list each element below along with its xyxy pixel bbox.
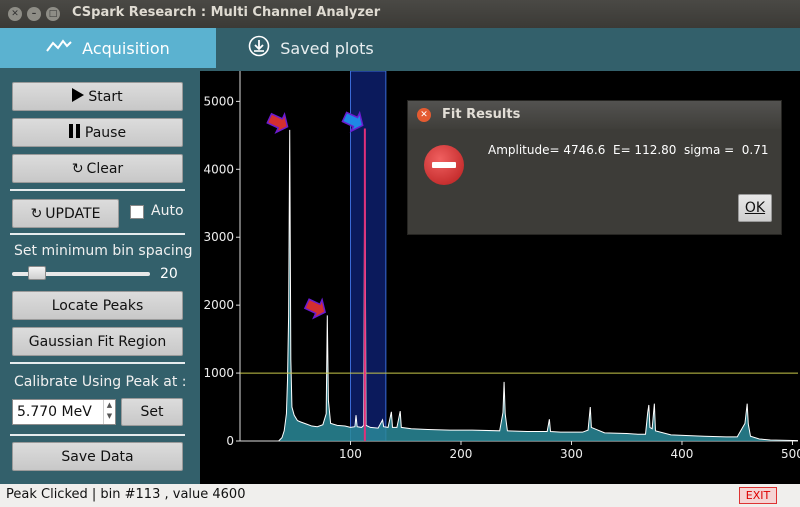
x-tick-label: 500 xyxy=(781,447,800,461)
tab-saved-plots-label: Saved plots xyxy=(280,38,374,58)
ok-label: OK xyxy=(744,200,766,216)
divider xyxy=(10,189,185,191)
window-close-button[interactable]: ✕ xyxy=(8,7,22,21)
pause-button[interactable]: Pause xyxy=(12,118,183,147)
fit-results-dialog: ✕ Fit Results Amplitude= 4746.6 E= 112.8… xyxy=(407,100,782,235)
y-tick-label: 1000 xyxy=(203,366,234,380)
y-tick-label: 2000 xyxy=(203,298,234,312)
status-text: Peak Clicked | bin #113 , value 4600 xyxy=(6,487,246,502)
tab-saved-plots[interactable]: Saved plots xyxy=(216,28,406,68)
update-button-label: UPDATE xyxy=(45,205,101,222)
save-data-label: Save Data xyxy=(61,448,134,465)
start-button[interactable]: Start xyxy=(12,82,183,111)
y-tick-label: 3000 xyxy=(203,230,234,244)
update-button[interactable]: ↻ UPDATE xyxy=(12,199,119,228)
tab-acquisition[interactable]: Acquisition xyxy=(0,28,216,68)
y-tick-label: 0 xyxy=(226,434,234,448)
set-calibration-label: Set xyxy=(140,404,164,420)
save-data-button[interactable]: Save Data xyxy=(12,442,183,471)
gaussian-fit-button[interactable]: Gaussian Fit Region xyxy=(12,327,183,356)
dialog-ok-button[interactable]: OK xyxy=(738,194,772,222)
x-tick-label: 100 xyxy=(339,447,362,461)
clear-button[interactable]: ↻ Clear xyxy=(12,154,183,183)
divider xyxy=(10,434,185,436)
window-title: CSpark Research : Multi Channel Analyzer xyxy=(72,5,381,20)
error-icon xyxy=(424,145,464,185)
locate-peaks-label: Locate Peaks xyxy=(51,297,144,314)
x-tick-label: 200 xyxy=(450,447,473,461)
locate-peaks-button[interactable]: Locate Peaks xyxy=(12,291,183,320)
pause-icon xyxy=(68,123,80,142)
x-tick-label: 400 xyxy=(671,447,694,461)
peak-marker-icon[interactable] xyxy=(265,109,292,136)
spin-arrows-icon[interactable]: ▲ ▼ xyxy=(103,400,115,424)
fit-results-message: Amplitude= 4746.6 E= 112.80 sigma = 0.71 xyxy=(488,143,769,157)
y-tick-label: 4000 xyxy=(203,162,234,176)
tab-bar: Acquisition Saved plots xyxy=(0,28,800,68)
play-icon xyxy=(72,87,85,106)
bin-spacing-label: Set minimum bin spacing xyxy=(14,243,193,259)
exit-label: EXIT xyxy=(745,489,771,502)
calibrate-label: Calibrate Using Peak at : xyxy=(14,374,187,390)
calibrate-energy-value: 5.770 MeV xyxy=(17,404,92,420)
control-sidebar: Start Pause ↻ Clear ↻ UPDATE Auto Set mi… xyxy=(0,68,197,484)
status-bar: Peak Clicked | bin #113 , value 4600 EXI… xyxy=(0,484,800,507)
window-minimize-button[interactable]: – xyxy=(27,7,41,21)
download-icon xyxy=(248,35,270,61)
window-maximize-button[interactable]: □ xyxy=(46,7,60,21)
auto-checkbox[interactable] xyxy=(130,205,144,219)
peak-marker-icon[interactable] xyxy=(303,295,330,322)
start-button-label: Start xyxy=(88,88,123,105)
auto-label: Auto xyxy=(151,203,184,219)
dialog-close-button[interactable]: ✕ xyxy=(417,108,431,122)
divider xyxy=(10,362,185,364)
pause-button-label: Pause xyxy=(84,124,127,141)
exit-button[interactable]: EXIT xyxy=(739,487,777,504)
bin-spacing-value: 20 xyxy=(160,266,178,282)
clear-button-label: Clear xyxy=(86,160,124,177)
gaussian-fit-label: Gaussian Fit Region xyxy=(28,333,167,350)
bin-spacing-slider-handle[interactable] xyxy=(28,266,46,280)
set-calibration-button[interactable]: Set xyxy=(121,398,183,426)
refresh-icon: ↻ xyxy=(30,205,43,222)
divider xyxy=(10,233,185,235)
x-tick-label: 300 xyxy=(560,447,583,461)
window-titlebar: ✕ – □ CSpark Research : Multi Channel An… xyxy=(0,0,800,28)
y-tick-label: 5000 xyxy=(203,94,234,108)
dialog-titlebar: ✕ Fit Results xyxy=(408,101,781,129)
line-chart-icon xyxy=(46,38,72,58)
calibrate-energy-spinbox[interactable]: 5.770 MeV ▲ ▼ xyxy=(12,399,116,425)
dialog-title: Fit Results xyxy=(442,107,521,122)
refresh-icon: ↻ xyxy=(71,160,84,177)
tab-acquisition-label: Acquisition xyxy=(82,38,170,58)
